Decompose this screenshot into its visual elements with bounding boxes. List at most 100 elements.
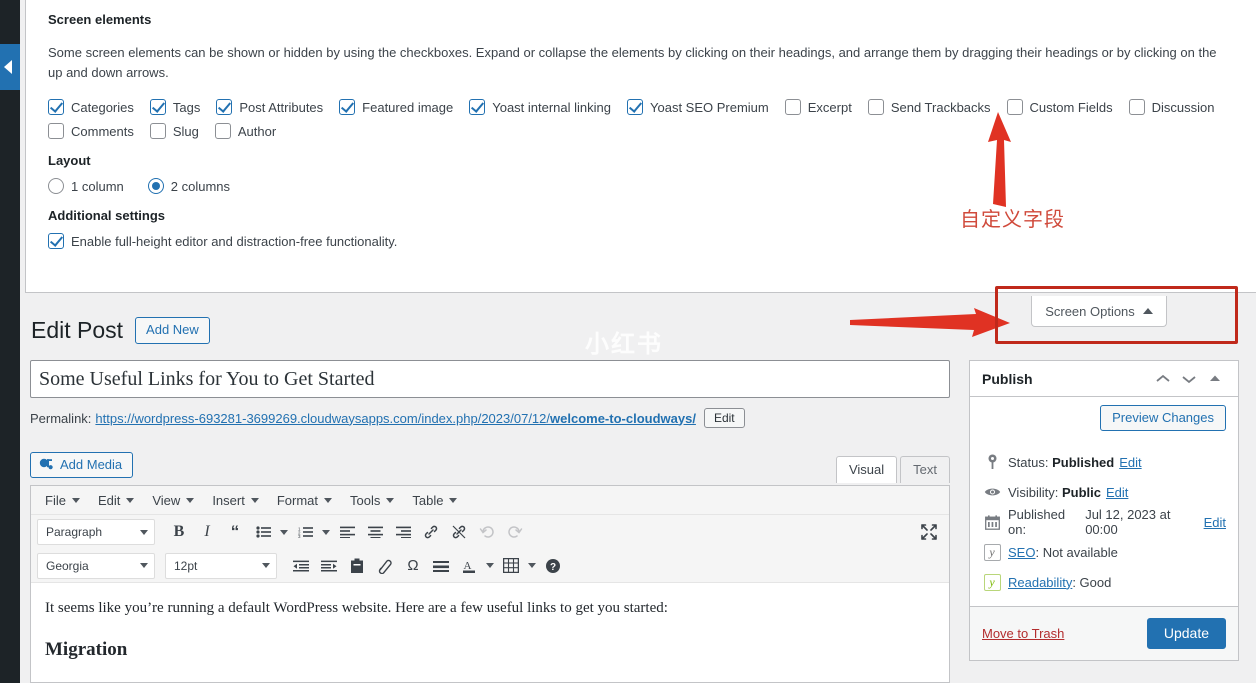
radio-selected-icon[interactable] [147, 178, 164, 194]
checkbox-item[interactable]: Comments [48, 123, 134, 139]
publish-status-value: Published [1052, 454, 1115, 470]
checkbox-checked-icon[interactable] [216, 99, 233, 115]
move-down-icon[interactable] [1178, 368, 1200, 390]
numbered-list-dropdown[interactable] [319, 519, 333, 545]
align-center-button[interactable] [361, 519, 389, 545]
checkbox-checked-icon[interactable] [627, 99, 643, 115]
add-new-button[interactable]: Add New [135, 317, 210, 345]
menu-insert[interactable]: Insert [203, 488, 268, 512]
checkbox-item[interactable]: Discussion [1128, 99, 1214, 115]
bulleted-list-button[interactable] [249, 519, 277, 545]
text-color-dropdown[interactable] [483, 553, 497, 579]
admin-sidebar-rail [0, 0, 20, 683]
table-dropdown[interactable] [525, 553, 539, 579]
undo-icon[interactable] [473, 519, 501, 545]
chevron-down-icon [140, 563, 148, 568]
layout-radio-one-column[interactable]: 1 column [48, 178, 124, 194]
screen-options-tab-button[interactable]: Screen Options [1031, 296, 1167, 327]
move-up-icon[interactable] [1152, 368, 1174, 390]
clear-formatting-icon[interactable] [371, 553, 399, 579]
publish-status-edit-link[interactable]: Edit [1119, 455, 1141, 470]
permalink-url[interactable]: https://wordpress-693281-3699269.cloudwa… [95, 411, 550, 426]
checkbox-unchecked-icon[interactable] [1128, 99, 1145, 115]
align-left-button[interactable] [333, 519, 361, 545]
horizontal-line-icon[interactable] [427, 553, 455, 579]
checkbox-unchecked-icon[interactable] [48, 123, 64, 139]
checkbox-checked-icon[interactable] [149, 99, 166, 115]
checkbox-item[interactable]: Custom Fields [1006, 99, 1113, 115]
checkbox-item[interactable]: Yoast internal linking [469, 99, 611, 115]
checkbox-item[interactable]: Author [214, 123, 276, 139]
checkbox-item[interactable]: Slug [149, 123, 199, 139]
checkbox-unchecked-icon[interactable] [867, 99, 884, 115]
move-to-trash-link[interactable]: Move to Trash [982, 626, 1147, 641]
paste-as-text-icon[interactable] [343, 553, 371, 579]
post-title-input[interactable]: Some Useful Links for You to Get Started [30, 360, 950, 398]
menu-format[interactable]: Format [268, 488, 341, 512]
publish-readability-label[interactable]: Readability [1008, 575, 1072, 590]
bold-button[interactable]: B [165, 519, 193, 545]
checkbox-checked-icon[interactable] [339, 99, 356, 115]
italic-button[interactable]: I [193, 519, 221, 545]
align-right-button[interactable] [389, 519, 417, 545]
text-color-icon[interactable]: A [455, 553, 483, 579]
checkbox-item[interactable]: Excerpt [784, 99, 852, 115]
decrease-indent-button[interactable] [287, 553, 315, 579]
checkbox-unchecked-icon[interactable] [149, 123, 166, 139]
checkbox-item-full-height-editor[interactable]: Enable full-height editor and distractio… [48, 233, 397, 249]
add-media-button[interactable]: Add Media [30, 452, 134, 478]
numbered-list-button[interactable]: 123 [291, 519, 319, 545]
checkbox-item[interactable]: Tags [149, 99, 200, 115]
publish-seo-label[interactable]: SEO [1008, 545, 1035, 560]
menu-label: Format [276, 492, 318, 508]
layout-radio-two-columns[interactable]: 2 columns [147, 178, 230, 194]
menu-tools[interactable]: Tools [341, 488, 403, 512]
preview-changes-button[interactable]: Preview Changes [1100, 405, 1226, 431]
font-family-select[interactable]: Georgia [37, 552, 155, 579]
checkbox-label: Enable full-height editor and distractio… [71, 233, 398, 249]
publish-visibility-value: Public [1061, 484, 1101, 500]
font-size-select[interactable]: 12pt [165, 552, 277, 579]
permalink-edit-button[interactable]: Edit [703, 408, 745, 428]
unlink-icon[interactable] [445, 519, 473, 545]
checkbox-unchecked-icon[interactable] [214, 123, 231, 139]
checkbox-unchecked-icon[interactable] [784, 99, 801, 115]
yoast-seo-icon: y [982, 543, 1002, 561]
checkbox-item[interactable]: Categories [48, 99, 134, 115]
menu-view[interactable]: View [143, 488, 203, 512]
checkbox-item[interactable]: Send Trackbacks [867, 99, 991, 115]
checkbox-checked-icon[interactable] [48, 99, 64, 115]
special-character-icon[interactable]: Ω [399, 553, 427, 579]
blockquote-icon[interactable]: “ [221, 519, 249, 545]
fullscreen-icon[interactable] [915, 519, 943, 545]
checkbox-item[interactable]: Post Attributes [216, 99, 323, 115]
bulleted-list-dropdown[interactable] [277, 519, 291, 545]
increase-indent-button[interactable] [315, 553, 343, 579]
publish-footer: Move to Trash Update [970, 606, 1238, 660]
permalink-slug[interactable]: welcome-to-cloudways/ [550, 411, 696, 426]
redo-icon[interactable] [501, 519, 529, 545]
insert-link-icon[interactable] [417, 519, 445, 545]
menu-file[interactable]: File [36, 488, 89, 512]
checkbox-item[interactable]: Featured image [339, 99, 453, 115]
chevron-down-icon [449, 497, 458, 503]
table-icon[interactable] [497, 553, 525, 579]
checkbox-checked-icon[interactable] [48, 233, 64, 249]
tab-visual[interactable]: Visual [835, 456, 898, 483]
toggle-panel-icon[interactable] [1204, 368, 1226, 390]
collapse-menu-button[interactable] [0, 44, 20, 90]
update-button[interactable]: Update [1146, 618, 1226, 649]
help-icon[interactable]: ? [539, 553, 567, 579]
checkbox-item[interactable]: Yoast SEO Premium [627, 99, 769, 115]
editor-content-area[interactable]: It seems like you’re running a default W… [31, 583, 949, 661]
checkbox-unchecked-icon[interactable] [1006, 99, 1023, 115]
menu-edit[interactable]: Edit [89, 488, 143, 512]
checkbox-checked-icon[interactable] [469, 99, 486, 115]
publish-date-edit-link[interactable]: Edit [1204, 515, 1226, 530]
publish-visibility-edit-link[interactable]: Edit [1106, 485, 1128, 500]
tab-text[interactable]: Text [900, 456, 950, 483]
checkbox-label: Custom Fields [1029, 99, 1113, 115]
menu-table[interactable]: Table [403, 488, 466, 512]
radio-unselected-icon[interactable] [48, 178, 64, 194]
paragraph-format-select[interactable]: Paragraph [37, 519, 155, 545]
